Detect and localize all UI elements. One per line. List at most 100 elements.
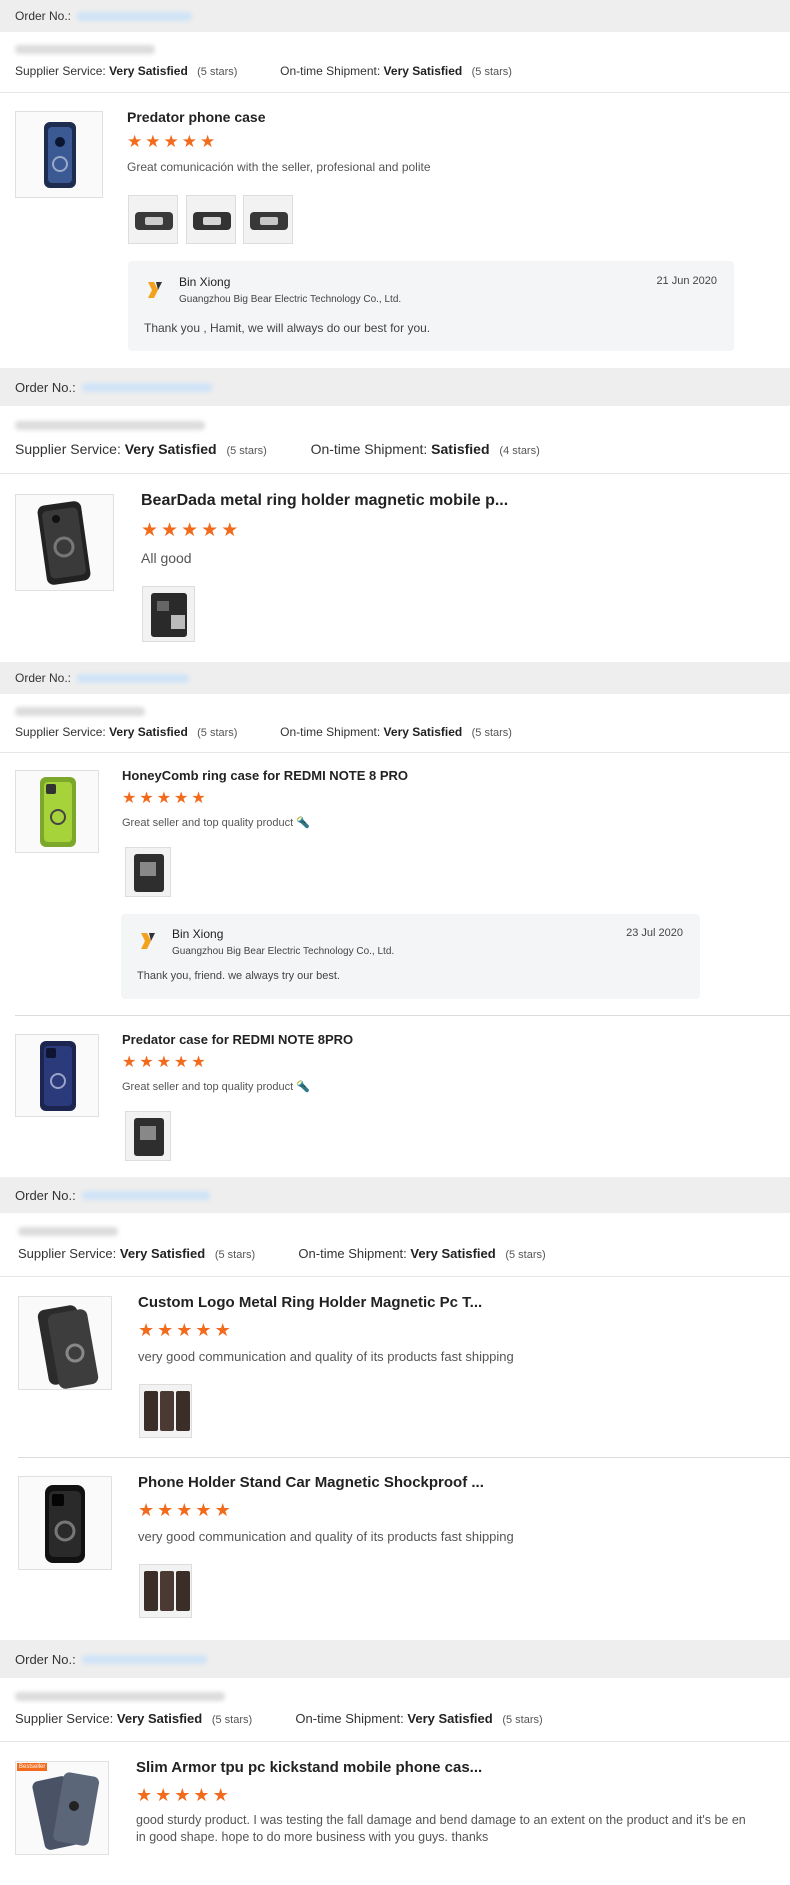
product-title[interactable]: Phone Holder Stand Car Magnetic Shockpro…: [138, 1474, 484, 1491]
review-photo[interactable]: [125, 1111, 171, 1161]
star-icon: ★: [136, 1785, 153, 1805]
bestseller-badge: Bestseller: [17, 1763, 48, 1771]
product-title[interactable]: Slim Armor tpu pc kickstand mobile phone…: [136, 1759, 482, 1776]
product-thumbnail[interactable]: [15, 494, 114, 591]
product-thumbnail[interactable]: [18, 1296, 112, 1390]
product-title[interactable]: Predator case for REDMI NOTE 8PRO: [122, 1032, 353, 1047]
product-thumbnail[interactable]: [15, 770, 99, 853]
star-icon: ★: [214, 1500, 231, 1520]
divider: [0, 92, 790, 93]
star-icon: ★: [122, 790, 137, 807]
divider: [0, 1276, 790, 1277]
rating-stars: ★ ★ ★ ★ ★: [127, 133, 215, 150]
star-icon: ★: [163, 132, 179, 151]
product-title[interactable]: HoneyComb ring case for REDMI NOTE 8 PRO: [122, 768, 408, 783]
seller-name: Bin Xiong: [179, 275, 231, 289]
divider: [0, 752, 790, 753]
buyer-name: [18, 1227, 118, 1236]
order-number-link[interactable]: [77, 11, 193, 21]
order-header: Order No.:: [0, 1640, 790, 1678]
star-icon: ★: [138, 1320, 155, 1340]
star-icon: ★: [122, 1054, 137, 1071]
review-photo[interactable]: [125, 847, 171, 897]
review-photo[interactable]: [243, 195, 293, 244]
star-icon: ★: [138, 1500, 155, 1520]
product-thumbnail[interactable]: [15, 1034, 99, 1117]
order-number-link[interactable]: [81, 1654, 207, 1664]
order-number-link[interactable]: [81, 1190, 210, 1200]
supplier-rating: Very Satisfied: [116, 1711, 203, 1726]
supplier-rating: Very Satisfied: [124, 441, 217, 457]
buyer-name: [15, 707, 145, 716]
reply-message: Thank you , Hamit, we will always do our…: [144, 321, 431, 335]
star-icon: ★: [191, 790, 206, 807]
star-icon: ★: [141, 520, 159, 541]
star-icon: ★: [161, 520, 179, 541]
review-photo[interactable]: [139, 1384, 192, 1438]
star-icon: ★: [156, 790, 172, 807]
review-photo[interactable]: [128, 195, 178, 244]
order-ratings: Supplier Service: Very Satisfied (5 star…: [15, 64, 512, 78]
divider: [0, 1741, 790, 1742]
star-icon: ★: [195, 1500, 212, 1520]
order-header: Order No.:: [0, 368, 790, 406]
order-number-label: Order No.:: [15, 9, 72, 23]
seller-company: Guangzhou Big Bear Electric Technology C…: [179, 294, 402, 305]
shipment-rating: Very Satisfied: [410, 1246, 496, 1261]
order-header: Order No.:: [0, 1177, 790, 1213]
product-title[interactable]: Predator phone case: [127, 109, 266, 125]
star-icon: ★: [195, 1320, 212, 1340]
shipment-rating: Very Satisfied: [407, 1711, 493, 1726]
order-ratings: Supplier Service: Very Satisfied (5 star…: [15, 1711, 543, 1726]
seller-reply: Bin Xiong Guangzhou Big Bear Electric Te…: [121, 914, 700, 999]
product-title[interactable]: BearDada metal ring holder magnetic mobi…: [141, 492, 508, 510]
product-thumbnail[interactable]: [15, 111, 103, 198]
order-ratings: Supplier Service: Very Satisfied (5 star…: [15, 441, 540, 457]
divider: [15, 1015, 790, 1016]
star-icon: ★: [174, 1785, 191, 1805]
divider: [18, 1457, 790, 1458]
order-number-link[interactable]: [77, 673, 190, 683]
rating-stars: ★ ★ ★ ★ ★: [138, 1321, 231, 1339]
review-text: very good communication and quality of i…: [138, 1349, 514, 1364]
rating-stars: ★ ★ ★ ★ ★: [138, 1501, 231, 1519]
buyer-name: [15, 1692, 225, 1701]
review-text: good sturdy product. I was testing the f…: [136, 1813, 746, 1844]
review-text: All good: [141, 550, 192, 566]
star-icon: ★: [200, 132, 216, 151]
review-photo[interactable]: [142, 586, 195, 642]
review-photo[interactable]: [186, 195, 236, 244]
review-text: Great seller and top quality product 🔦: [122, 817, 310, 829]
shipment-rating: Very Satisfied: [383, 725, 463, 739]
divider: [0, 473, 790, 474]
order-ratings: Supplier Service: Very Satisfied (5 star…: [18, 1246, 546, 1261]
seller-logo-icon: [141, 933, 155, 949]
product-thumbnail[interactable]: [18, 1476, 112, 1570]
star-icon: ★: [174, 790, 189, 807]
order-number-link[interactable]: [81, 382, 212, 392]
star-icon: ★: [157, 1320, 174, 1340]
seller-name: Bin Xiong: [172, 927, 224, 941]
product-title[interactable]: Custom Logo Metal Ring Holder Magnetic P…: [138, 1294, 482, 1311]
reply-message: Thank you, friend. we always try our bes…: [137, 970, 340, 982]
buyer-name: [15, 421, 205, 430]
star-icon: ★: [155, 1785, 172, 1805]
rating-stars: ★ ★ ★ ★ ★: [122, 791, 206, 807]
rating-stars: ★ ★ ★ ★ ★: [122, 1055, 206, 1071]
star-icon: ★: [214, 1320, 231, 1340]
review-text: Great seller and top quality product 🔦: [122, 1081, 310, 1093]
reply-date: 21 Jun 2020: [656, 275, 717, 287]
shipment-rating: Satisfied: [431, 441, 490, 457]
seller-logo-icon: [148, 282, 162, 298]
star-icon: ★: [157, 1500, 174, 1520]
star-icon: ★: [193, 1785, 210, 1805]
review-text: Great comunicación with the seller, prof…: [127, 160, 431, 174]
order-number-label: Order No.:: [15, 379, 76, 395]
star-icon: ★: [221, 520, 239, 541]
review-photo[interactable]: [139, 1564, 192, 1618]
star-icon: ★: [139, 790, 154, 807]
order-ratings: Supplier Service: Very Satisfied (5 star…: [15, 725, 512, 739]
product-thumbnail[interactable]: Bestseller: [15, 1761, 109, 1855]
order-header: Order No.:: [0, 0, 790, 32]
supplier-rating: Very Satisfied: [109, 725, 188, 739]
